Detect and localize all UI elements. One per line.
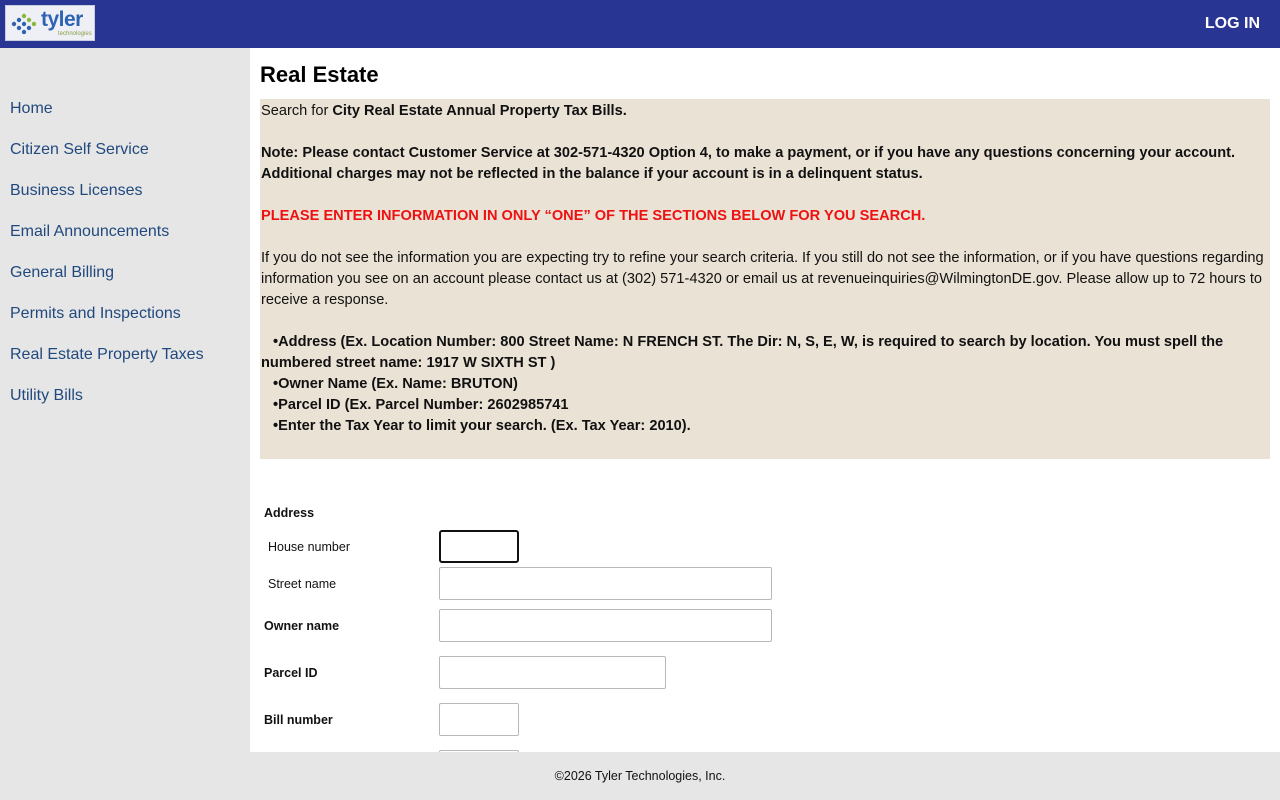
search-instructions-panel: Search for City Real Estate Annual Prope… [260,99,1270,459]
logo-subtext: technologies [58,31,92,37]
sidebar-item-real-estate-property-taxes[interactable]: Real Estate Property Taxes [10,346,204,364]
example-parcel-id: •Parcel ID (Ex. Parcel Number: 260298574… [273,397,569,413]
search-intro-prefix: Search for [261,103,333,119]
top-header-bar: tyler technologies LOG IN [0,0,1280,48]
address-section-heading: Address [264,506,315,520]
tyler-logo[interactable]: tyler technologies [5,5,95,41]
house-number-input[interactable] [439,530,519,563]
login-link[interactable]: LOG IN [1205,15,1260,33]
logo-text: tyler [41,8,83,31]
bill-number-label: Bill number [264,713,333,727]
sidebar-item-home[interactable]: Home [10,100,53,118]
sidebar-item-utility-bills[interactable]: Utility Bills [10,387,83,405]
house-number-label: House number [268,540,350,554]
parcel-id-input[interactable] [439,656,666,689]
copyright-text: ©2026 Tyler Technologies, Inc. [554,769,726,783]
example-tax-year: •Enter the Tax Year to limit your search… [273,418,691,434]
customer-service-note: Note: Please contact Customer Service at… [261,145,1236,182]
example-address: •Address (Ex. Location Number: 800 Stree… [261,334,1224,371]
main-content: Real Estate Search for City Real Estate … [250,48,1280,752]
sidebar-item-permits-and-inspections[interactable]: Permits and Inspections [10,305,181,323]
search-examples-list: •Address (Ex. Location Number: 800 Stree… [261,332,1269,437]
sidebar-item-citizen-self-service[interactable]: Citizen Self Service [10,141,149,159]
one-section-warning: PLEASE ENTER INFORMATION IN ONLY “ONE” O… [261,208,926,224]
owner-name-label: Owner name [264,619,340,633]
owner-name-input[interactable] [439,609,772,642]
sidebar-item-email-announcements[interactable]: Email Announcements [10,223,169,241]
sidebar-item-general-billing[interactable]: General Billing [10,264,114,282]
parcel-id-label: Parcel ID [264,666,318,680]
street-name-label: Street name [268,577,337,591]
refine-search-help: If you do not see the information you ar… [261,250,1264,308]
example-owner-name: •Owner Name (Ex. Name: BRUTON) [273,376,518,392]
search-intro: Search for City Real Estate Annual Prope… [261,101,1269,122]
street-name-input[interactable] [439,567,772,600]
page-footer: ©2026 Tyler Technologies, Inc. [0,752,1280,800]
tyler-logo-icon [11,13,37,35]
page-title: Real Estate [260,62,379,87]
bill-number-input[interactable] [439,703,519,736]
sidebar-nav: Home Citizen Self Service Business Licen… [0,48,250,752]
search-intro-bold: City Real Estate Annual Property Tax Bil… [332,103,627,119]
sidebar-item-business-licenses[interactable]: Business Licenses [10,182,143,200]
